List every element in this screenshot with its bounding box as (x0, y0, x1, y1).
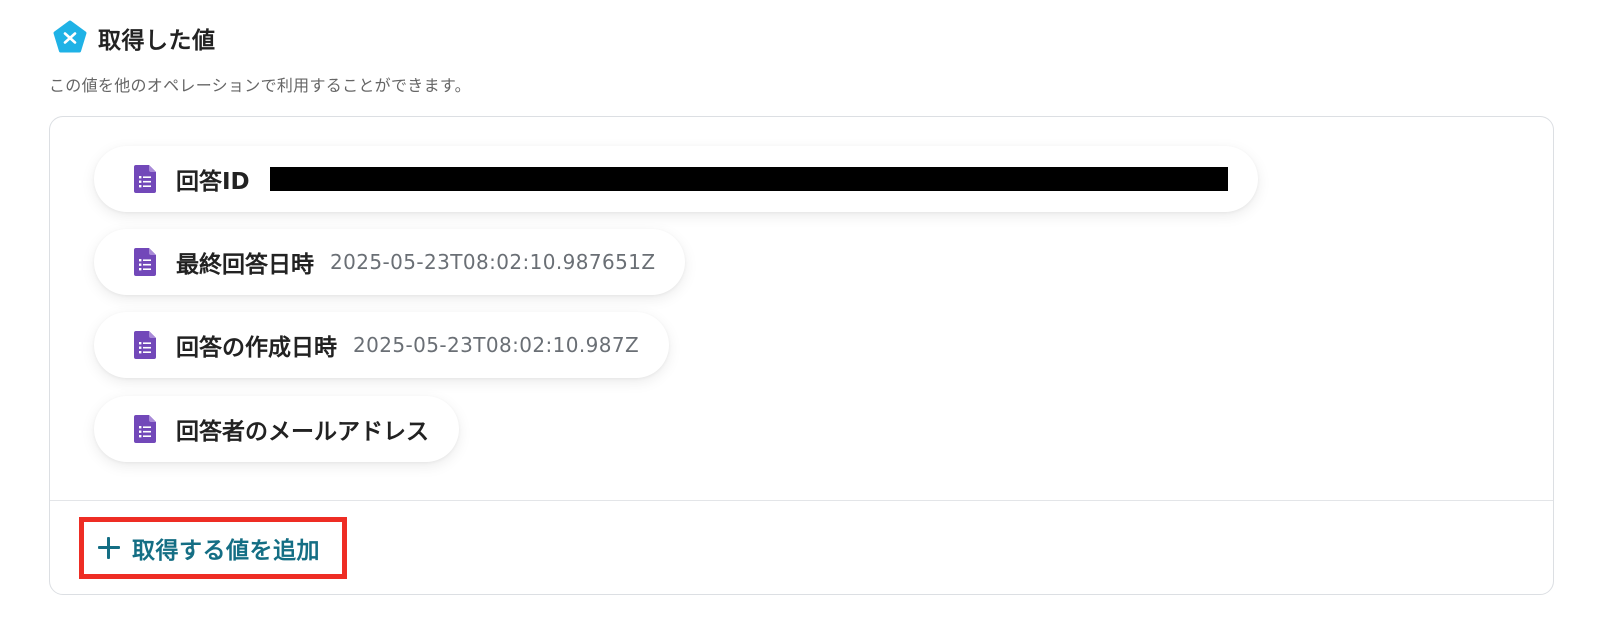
values-panel: 回答ID 最終回答日時 2025-05-23T08:02:10.987651Z (49, 116, 1554, 595)
add-value-label: 取得する値を追加 (132, 538, 320, 564)
google-forms-icon (134, 415, 156, 443)
add-value-button[interactable]: 取得する値を追加 (79, 517, 347, 579)
google-forms-icon (134, 248, 156, 276)
value-text: 2025-05-23T08:02:10.987Z (353, 333, 640, 357)
value-label: 回答の作成日時 (176, 335, 337, 361)
google-forms-icon (134, 165, 156, 193)
section-header: 取得した値 (52, 20, 216, 56)
google-forms-icon (134, 331, 156, 359)
value-chip-created-at[interactable]: 回答の作成日時 2025-05-23T08:02:10.987Z (94, 312, 670, 378)
value-chip-respondent-email[interactable]: 回答者のメールアドレス (94, 396, 459, 462)
value-label: 回答ID (176, 169, 250, 195)
variable-icon (53, 20, 87, 53)
value-label: 最終回答日時 (176, 252, 314, 278)
value-label: 回答者のメールアドレス (176, 419, 429, 445)
redacted-value (269, 167, 1228, 191)
acquired-values-section: 取得した値 この値を他のオペレーションで利用することができます。 回答ID 最終… (0, 0, 1600, 629)
plus-icon (98, 537, 120, 559)
value-text: 2025-05-23T08:02:10.987651Z (330, 250, 656, 274)
value-chip-last-answered-at[interactable]: 最終回答日時 2025-05-23T08:02:10.987651Z (94, 229, 686, 295)
panel-divider (50, 500, 1553, 501)
value-chip-response-id[interactable]: 回答ID (94, 146, 1258, 212)
section-title: 取得した値 (98, 28, 216, 54)
section-description: この値を他のオペレーションで利用することができます。 (49, 76, 471, 95)
